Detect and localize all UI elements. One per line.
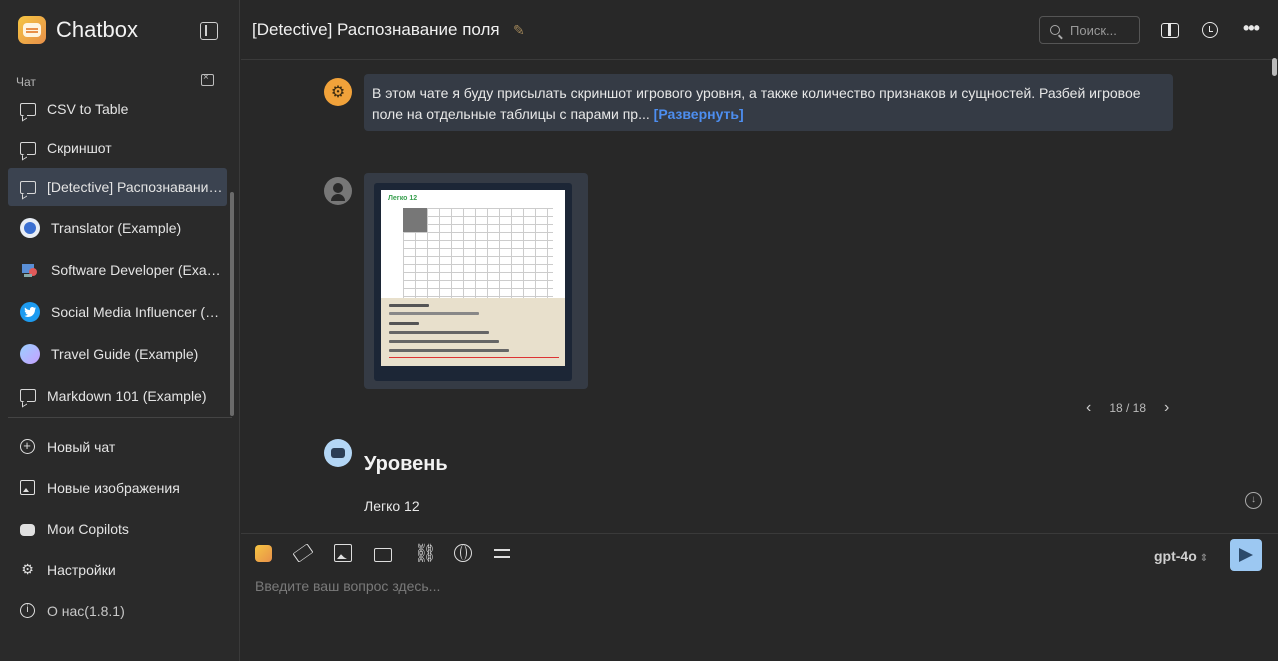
page-title: [Detective] Распознавание поля: [252, 20, 500, 39]
user-avatar: [324, 177, 352, 205]
sidebar: Chatbox Чат CSV to Table Скриншот [Detec…: [0, 0, 240, 661]
about-button[interactable]: i О нас(1.8.1): [8, 590, 232, 631]
chat-item-software-developer[interactable]: Software Developer (Example): [8, 249, 227, 290]
chat-item-translator[interactable]: Translator (Example): [8, 207, 227, 248]
link-icon[interactable]: ⛓: [414, 544, 437, 562]
collapse-sidebar-icon[interactable]: [200, 22, 218, 40]
chevron-updown-icon: ⇕: [1199, 553, 1209, 564]
chat-bubble-icon: [20, 102, 36, 116]
edit-title-icon[interactable]: ✎: [513, 22, 525, 39]
thumbnail-hints: [381, 298, 565, 366]
chat-item-label: [Detective] Распознавание поля: [47, 179, 225, 195]
thumbnail-photo: [403, 208, 427, 232]
chat-item-label: Скриншот: [47, 140, 112, 156]
chat-section-label: Чат: [16, 75, 36, 89]
search-input[interactable]: [1070, 22, 1140, 38]
chat-item-travel-guide[interactable]: Travel Guide (Example): [8, 333, 227, 374]
image-plus-icon: [20, 480, 35, 495]
nav-label: Новые изображения: [47, 479, 180, 496]
message-input[interactable]: [255, 578, 1255, 648]
message-pager: ‹ 18 / 18 ›: [1086, 399, 1169, 417]
chat-item-csv-to-table[interactable]: CSV to Table: [8, 90, 227, 128]
copilot-icon[interactable]: [255, 544, 272, 562]
settings-button[interactable]: ⚙ Настройки: [8, 549, 232, 590]
system-message: В этом чате я буду присылать скриншот иг…: [364, 74, 1173, 131]
thumbnail-title: Легко 12: [388, 195, 418, 202]
pager-count: 18 / 18: [1109, 401, 1147, 415]
scroll-down-icon[interactable]: ↓: [1245, 492, 1262, 509]
chat-bubble-icon: [20, 141, 36, 155]
chat-item-label: Software Developer (Example): [51, 261, 227, 278]
eraser-icon[interactable]: [292, 543, 314, 563]
nav-label: О нас(1.8.1): [47, 602, 125, 619]
globe-icon[interactable]: [454, 544, 472, 562]
chat-item-detective[interactable]: [Detective] Распознавание поля: [8, 168, 227, 206]
send-button[interactable]: [1230, 539, 1262, 571]
translator-avatar-icon: [20, 217, 40, 238]
chat-item-label: Travel Guide (Example): [51, 345, 199, 362]
my-copilots-button[interactable]: Мои Copilots: [8, 508, 232, 549]
chat-item-social-media-influencer[interactable]: Social Media Influencer (Example): [8, 291, 227, 332]
settings-sliders-icon[interactable]: [494, 544, 512, 562]
sidebar-nav: Новый чат Новые изображения Мои Copilots…: [8, 426, 232, 631]
nav-label: Новый чат: [47, 438, 116, 455]
nav-label: Настройки: [47, 561, 116, 578]
model-selector[interactable]: gpt-4o ⇕: [1154, 548, 1208, 564]
assistant-heading: Уровень: [364, 453, 448, 475]
folder-icon[interactable]: [374, 547, 392, 562]
system-message-text: В этом чате я буду присылать скриншот иг…: [372, 85, 1141, 122]
image-icon[interactable]: [334, 544, 352, 562]
sidebar-divider: [8, 417, 232, 418]
brand: Chatbox: [18, 16, 138, 44]
twitter-avatar-icon: [20, 301, 40, 322]
chat-item-label: Social Media Influencer (Example): [51, 303, 227, 320]
travel-avatar-icon: [20, 343, 40, 364]
new-chat-button[interactable]: Новый чат: [8, 426, 232, 467]
history-icon[interactable]: [1202, 22, 1218, 38]
info-icon: i: [20, 603, 35, 618]
new-images-button[interactable]: Новые изображения: [8, 467, 232, 508]
robot-icon: [20, 524, 35, 536]
chat-item-label: CSV to Table: [47, 101, 129, 117]
search-field[interactable]: [1039, 16, 1140, 44]
user-image-message: Легко 12: [364, 173, 588, 389]
main-scrollbar[interactable]: [1272, 58, 1277, 76]
toggle-panel-icon[interactable]: [1161, 23, 1179, 38]
more-options-icon[interactable]: •••: [1243, 19, 1261, 39]
prev-version-icon[interactable]: ‹: [1086, 399, 1091, 417]
sidebar-scrollbar[interactable]: [230, 192, 234, 416]
developer-avatar-icon: [20, 260, 40, 280]
chat-bubble-icon: [20, 180, 36, 194]
assistant-text: Легко 12: [364, 498, 420, 514]
chat-header: [Detective] Распознавание поля ✎ •••: [241, 0, 1278, 60]
app-title: Chatbox: [56, 17, 138, 42]
composer-toolbar: ⛓: [255, 543, 534, 563]
chat-item-label: Markdown 101 (Example): [47, 387, 207, 404]
screenshot-thumbnail[interactable]: Легко 12: [374, 183, 572, 381]
chat-list: CSV to Table Скриншот [Detective] Распоз…: [8, 90, 227, 417]
model-name: gpt-4o: [1154, 548, 1197, 564]
markdown-avatar-icon: [20, 389, 36, 402]
expand-link[interactable]: [Развернуть]: [654, 106, 744, 122]
chatbox-logo-icon: [18, 16, 46, 44]
chat-item-label: Translator (Example): [51, 219, 182, 236]
assistant-avatar: [324, 439, 352, 467]
clear-chats-icon[interactable]: [201, 72, 214, 86]
system-avatar: [324, 78, 352, 106]
composer: ⛓ gpt-4o ⇕: [241, 533, 1278, 661]
next-version-icon[interactable]: ›: [1164, 399, 1169, 417]
plus-circle-icon: [20, 438, 35, 454]
search-icon: [1050, 25, 1060, 35]
chat-item-screenshot[interactable]: Скриншот: [8, 129, 227, 167]
message-list: В этом чате я буду присылать скриншот иг…: [241, 61, 1278, 533]
chat-item-markdown-101[interactable]: Markdown 101 (Example): [8, 375, 227, 416]
nav-label: Мои Copilots: [47, 520, 129, 537]
gear-icon: ⚙: [21, 561, 34, 577]
